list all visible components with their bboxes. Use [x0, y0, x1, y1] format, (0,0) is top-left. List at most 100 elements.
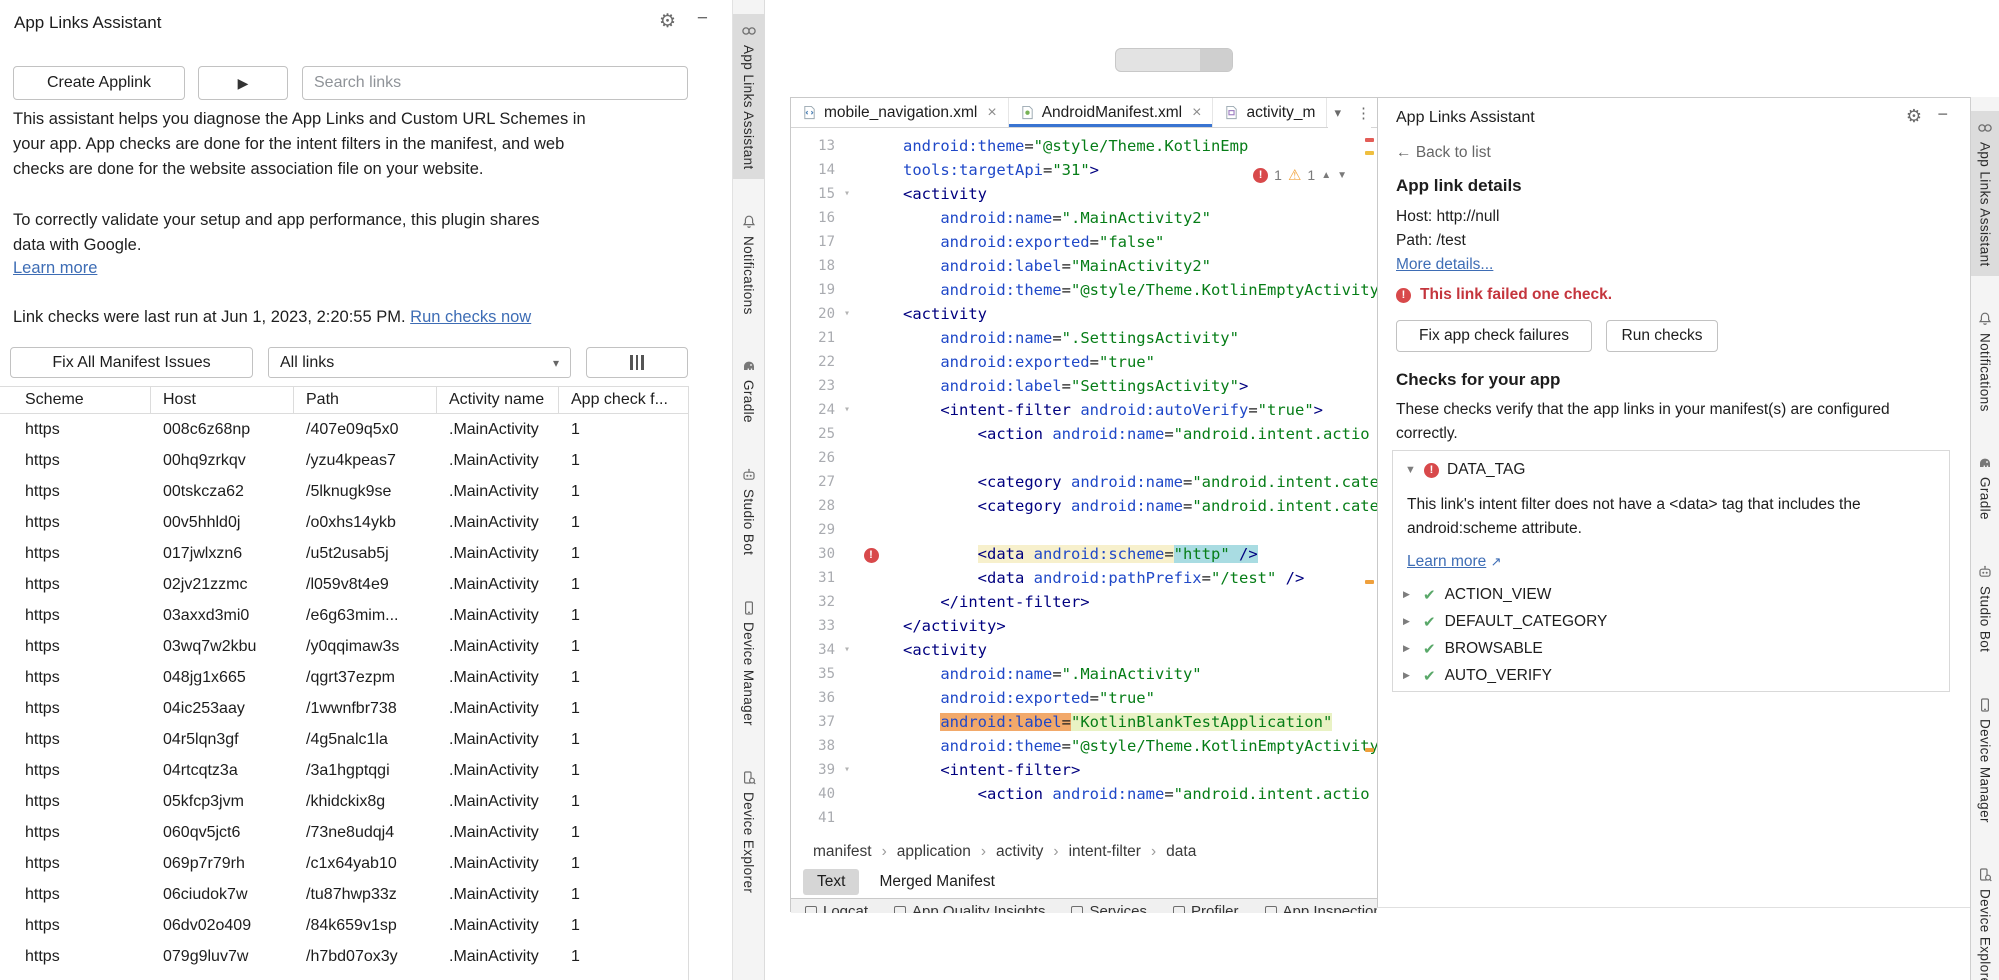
breadcrumb-item[interactable]: application	[897, 843, 971, 861]
tool-strip-tab[interactable]: Device Manager	[1971, 688, 1999, 832]
table-row[interactable]: https04r5lqn3gf/4g5nalc1la.MainActivity1	[0, 724, 688, 755]
fix-app-check-failures-button[interactable]: Fix app check failures	[1396, 320, 1592, 352]
code-line[interactable]: 31 <data android:pathPrefix="/test" />	[791, 566, 1377, 590]
tool-strip-tab[interactable]: Notifications	[1971, 302, 1999, 421]
tool-strip-tab[interactable]: Device Manager	[733, 591, 764, 735]
gear-icon[interactable]: ⚙	[659, 10, 676, 33]
code-line[interactable]: 21 android:name=".SettingsActivity"	[791, 326, 1377, 350]
check-item[interactable]: ▶✔AUTO_VERIFY	[1403, 662, 1939, 689]
code-line[interactable]: 15▾<activity	[791, 182, 1377, 206]
table-row[interactable]: https02jv21zzmc/l059v8t4e9.MainActivity1	[0, 569, 688, 600]
table-row[interactable]: https04ic253aay/1wwnfbr738.MainActivity1	[0, 693, 688, 724]
table-row[interactable]: https06dv02o409/84k659v1sp.MainActivity1	[0, 910, 688, 941]
back-to-list-link[interactable]: ← Back to list	[1396, 144, 1491, 162]
run-button[interactable]: ▶	[198, 66, 288, 100]
table-row[interactable]: https05kfcp3jvm/khidckix8g.MainActivity1	[0, 786, 688, 817]
close-icon[interactable]: ×	[987, 104, 996, 122]
error-stripe-mark[interactable]	[1365, 138, 1374, 142]
code-line[interactable]: 13android:theme="@style/Theme.KotlinEmp	[791, 134, 1377, 158]
breadcrumb-item[interactable]: manifest	[813, 843, 872, 861]
code-line[interactable]: 24▾ <intent-filter android:autoVerify="t…	[791, 398, 1377, 422]
column-header[interactable]: Activity name	[449, 391, 571, 409]
table-row[interactable]: https06ciudok7w/tu87hwp33z.MainActivity1	[0, 879, 688, 910]
code-line[interactable]: 38 android:theme="@style/Theme.KotlinEmp…	[791, 734, 1377, 758]
tool-strip-tab[interactable]: Device Explorer	[733, 761, 764, 902]
column-header[interactable]: Scheme	[25, 391, 163, 409]
next-issue-chevron-icon[interactable]: ▼	[1337, 170, 1347, 181]
code-line[interactable]: 39▾ <intent-filter>	[791, 758, 1377, 782]
tool-strip-tab[interactable]: Gradle	[733, 349, 764, 432]
table-row[interactable]: https03axxd3mi0/e6g63mim....MainActivity…	[0, 600, 688, 631]
prev-issue-chevron-icon[interactable]: ▲	[1321, 170, 1331, 181]
fold-chevron-icon[interactable]: ▾	[835, 398, 859, 422]
run-checks-now-link[interactable]: Run checks now	[410, 308, 531, 326]
table-row[interactable]: https048jg1x665/qgrt37ezpm.MainActivity1	[0, 662, 688, 693]
code-line[interactable]: 32 </intent-filter>	[791, 590, 1377, 614]
table-row[interactable]: https00hq9zrkqv/yzu4kpeas7.MainActivity1	[0, 445, 688, 476]
minimize-icon[interactable]: −	[697, 8, 708, 30]
tool-strip-tab[interactable]: Studio Bot	[733, 458, 764, 564]
code-line[interactable]: 36 android:exported="true"	[791, 686, 1377, 710]
check-item[interactable]: ▶✔BROWSABLE	[1403, 635, 1939, 662]
editor-mode-tab[interactable]: Text	[803, 869, 859, 895]
warning-stripe-mark[interactable]	[1365, 580, 1374, 584]
fold-chevron-icon[interactable]: ▾	[835, 302, 859, 326]
bottom-bar-item[interactable]: Profiler	[1173, 903, 1239, 913]
learn-more-link[interactable]: Learn more ↗	[1407, 553, 1501, 571]
editor-mode-tab[interactable]: Merged Manifest	[865, 869, 1008, 895]
code-editor[interactable]: 13android:theme="@style/Theme.KotlinEmp 1…	[791, 128, 1377, 838]
editor-tab[interactable]: mobile_navigation.xml×	[791, 98, 1009, 127]
code-line[interactable]: 18 android:label="MainActivity2"	[791, 254, 1377, 278]
code-line[interactable]: 25 <action android:name="android.intent.…	[791, 422, 1377, 446]
tool-strip-tab[interactable]: Device Explorer	[1971, 858, 1999, 980]
table-row[interactable]: https00tskcza62/5lknugk9se.MainActivity1	[0, 476, 688, 507]
code-line[interactable]: 23 android:label="SettingsActivity">	[791, 374, 1377, 398]
column-header[interactable]: Host	[163, 391, 306, 409]
fix-all-manifest-issues-button[interactable]: Fix All Manifest Issues	[10, 347, 253, 378]
close-icon[interactable]: ×	[1192, 104, 1201, 122]
bottom-bar-item[interactable]: App Quality Insights	[894, 903, 1045, 913]
tool-strip-tab[interactable]: Gradle	[1971, 446, 1999, 529]
gutter-error-icon[interactable]: !	[864, 548, 879, 563]
search-links-input[interactable]	[302, 66, 688, 100]
bottom-bar-item[interactable]: App Inspection	[1265, 903, 1378, 913]
code-line[interactable]: 19 android:theme="@style/Theme.KotlinEmp…	[791, 278, 1377, 302]
table-row[interactable]: https069p7r79rh/c1x64yab10.MainActivity1	[0, 848, 688, 879]
hidden-tabs-chevron-icon[interactable]: ▾	[1334, 105, 1341, 121]
code-line[interactable]: 37 android:label="KotlinBlankTestApplica…	[791, 710, 1377, 734]
fold-chevron-icon[interactable]: ▾	[835, 182, 859, 206]
inspection-widget[interactable]: ! 1 ⚠ 1 ▲ ▼	[1249, 166, 1351, 184]
table-row[interactable]: https017jwlxzn6/u5t2usab5j.MainActivity1	[0, 538, 688, 569]
code-line[interactable]: 40 <action android:name="android.intent.…	[791, 782, 1377, 806]
code-line[interactable]: 28 <category android:name="android.inten…	[791, 494, 1377, 518]
table-row[interactable]: https04rtcqtz3a/3a1hgptqgi.MainActivity1	[0, 755, 688, 786]
breadcrumb-item[interactable]: data	[1166, 843, 1196, 861]
run-checks-button[interactable]: Run checks	[1606, 320, 1718, 352]
code-line[interactable]: 26	[791, 446, 1377, 470]
code-line[interactable]: 33</activity>	[791, 614, 1377, 638]
more-details-link[interactable]: More details...	[1396, 256, 1493, 274]
tool-strip-tab[interactable]: Notifications	[733, 205, 764, 324]
code-line[interactable]: 34▾<activity	[791, 638, 1377, 662]
create-applink-button[interactable]: Create Applink	[13, 66, 185, 100]
fold-chevron-icon[interactable]: ▾	[835, 758, 859, 782]
code-line[interactable]: 16 android:name=".MainActivity2"	[791, 206, 1377, 230]
column-header[interactable]: Path	[306, 391, 449, 409]
tool-strip-tab[interactable]: App Links Assistant	[733, 14, 764, 179]
code-line[interactable]: 30! <data android:scheme="http" />	[791, 542, 1377, 566]
code-line[interactable]: 35 android:name=".MainActivity"	[791, 662, 1377, 686]
minimize-icon[interactable]: −	[1937, 104, 1948, 125]
tab-options-icon[interactable]: ⋮	[1356, 104, 1371, 122]
column-filter-button[interactable]	[586, 347, 688, 378]
warning-stripe-mark[interactable]	[1365, 151, 1374, 155]
breadcrumb-item[interactable]: activity	[996, 843, 1043, 861]
check-item[interactable]: ▶✔ACTION_VIEW	[1403, 581, 1939, 608]
breadcrumb-item[interactable]: intent-filter	[1069, 843, 1141, 861]
tool-strip-tab[interactable]: App Links Assistant	[1971, 111, 1999, 276]
table-row[interactable]: https00v5hhld0j/o0xhs14ykb.MainActivity1	[0, 507, 688, 538]
learn-more-link[interactable]: Learn more	[13, 259, 97, 278]
check-item[interactable]: ▶✔DEFAULT_CATEGORY	[1403, 608, 1939, 635]
table-row[interactable]: https060qv5jct6/73ne8udqj4.MainActivity1	[0, 817, 688, 848]
code-line[interactable]: 22 android:exported="true"	[791, 350, 1377, 374]
code-line[interactable]: 27 <category android:name="android.inten…	[791, 470, 1377, 494]
